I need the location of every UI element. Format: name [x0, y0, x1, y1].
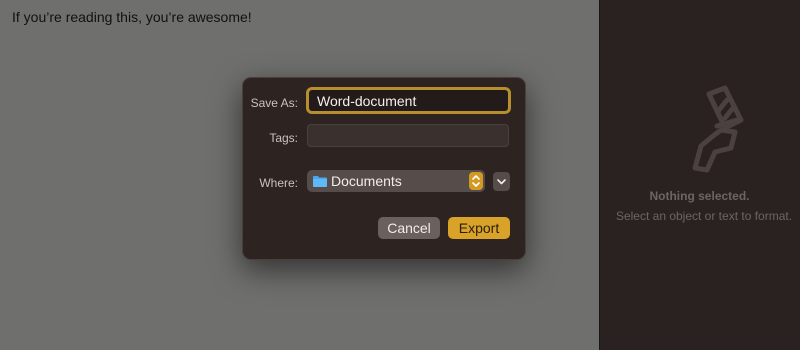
no-selection-title: Nothing selected. [649, 189, 750, 203]
where-label: Where: [259, 176, 298, 190]
where-value: Documents [331, 173, 402, 189]
where-location-select[interactable]: Documents [307, 170, 485, 192]
up-down-chevron-icon [469, 172, 483, 190]
save-as-field[interactable] [306, 87, 511, 114]
export-dialog: Save As: Tags: Where: Documents Cancel E… [242, 77, 526, 260]
document-body-text: If you’re reading this, you’re awesome! [12, 9, 252, 25]
cancel-button[interactable]: Cancel [378, 217, 440, 239]
tags-field[interactable] [307, 124, 509, 147]
export-button[interactable]: Export [448, 217, 510, 239]
pages-window: If you’re reading this, you’re awesome! … [0, 0, 800, 350]
expand-dialog-button[interactable] [493, 172, 510, 191]
no-selection-hint: Select an object or text to format. [615, 209, 793, 223]
folder-icon [313, 176, 327, 187]
paintbrush-icon [692, 85, 744, 173]
chevron-down-icon [497, 179, 506, 185]
save-as-label: Save As: [250, 96, 298, 110]
tags-label: Tags: [269, 131, 298, 145]
